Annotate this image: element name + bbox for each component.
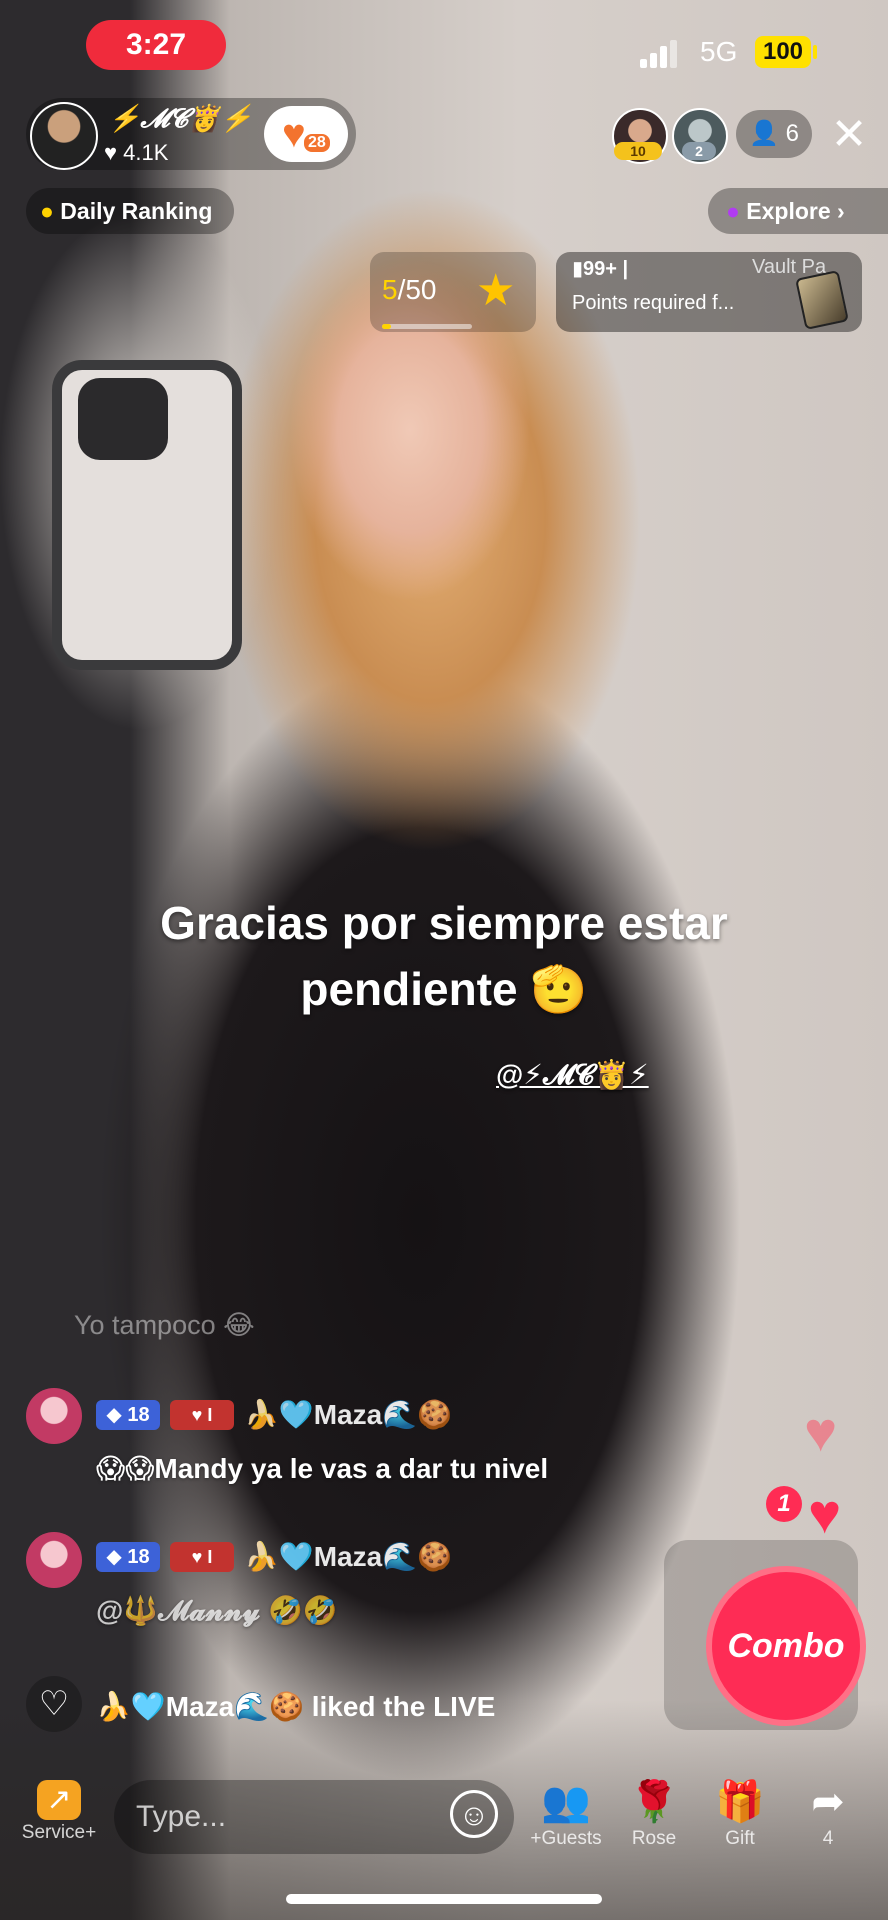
chat-message-text: @🔱𝓜𝓪𝓷𝓷𝔂 🤣🤣 xyxy=(96,1595,338,1626)
daily-ranking-label: Daily Ranking xyxy=(60,198,213,224)
host-likes: ♥ 4.1K xyxy=(104,140,169,165)
guests-button[interactable]: 👥 +Guests xyxy=(526,1778,606,1850)
liked-live-event: 🍌🩵Maza🌊🍪 liked the LIVE xyxy=(96,1691,496,1722)
gift-button[interactable]: 🎁 Gift xyxy=(700,1778,780,1850)
floating-heart-icon: ♥ xyxy=(804,1400,838,1463)
service-label: Service+ xyxy=(21,1822,97,1843)
home-indicator[interactable] xyxy=(286,1894,602,1904)
level-badge: ◆ 18 xyxy=(96,1400,160,1430)
stream-caption: Gracias por siempre estar pendiente 🫡 xyxy=(80,890,808,1022)
emoji-icon[interactable]: ☺ xyxy=(450,1790,498,1838)
caption-line: pendiente 🫡 xyxy=(300,963,588,1015)
bar-chart-icon: ▮ xyxy=(572,258,584,280)
share-count: 4 xyxy=(822,1828,834,1849)
fan-badge: ♥ I xyxy=(170,1542,234,1572)
guests-icon: 👥 xyxy=(541,1780,591,1824)
viewer-count: 6 xyxy=(785,120,799,147)
floating-heart-icon: ♥ xyxy=(808,1482,842,1545)
vault-rank: ▮99+ | xyxy=(572,258,629,280)
explore-label: Explore › xyxy=(746,198,845,224)
background-phone-camera xyxy=(78,378,168,460)
live-stream-screen: 3:27 5G 100 ⚡𝓜𝓒👸⚡ ♥ 4.1K ♥ 28 10 2 👤 6 ✕… xyxy=(0,0,888,1920)
faded-chat-message: Yo tampoco 😂 xyxy=(74,1310,255,1340)
chat-avatar[interactable] xyxy=(26,1532,82,1588)
flame-icon: ● xyxy=(40,198,54,224)
caption-mention[interactable]: @⚡𝓜𝓒👸⚡ xyxy=(496,1058,649,1092)
goal-progress-fill xyxy=(382,324,391,329)
goal-progress-text: 5/50 xyxy=(382,274,437,306)
fan-badge: ♥ I xyxy=(170,1400,234,1430)
vault-description: Points required f... xyxy=(572,292,735,314)
battery-level: 100 xyxy=(755,36,811,68)
combo-button[interactable]: Combo xyxy=(706,1566,866,1726)
caption-line: Gracias por siempre estar xyxy=(160,897,728,949)
person-icon: 👤 xyxy=(749,120,779,147)
host-avatar[interactable] xyxy=(30,102,98,170)
close-button[interactable]: ✕ xyxy=(826,112,872,158)
share-icon: ➦ xyxy=(811,1780,845,1824)
heart-tap-count: 1 xyxy=(766,1486,802,1522)
chat-message-text: 😱😱Mandy ya le vas a dar tu nivel xyxy=(96,1453,549,1484)
viewer-rank-badge: 2 xyxy=(682,142,716,160)
daily-ranking-button[interactable]: ● Daily Ranking xyxy=(26,188,234,234)
rose-label: Rose xyxy=(631,1828,677,1849)
viewer-count-button[interactable]: 👤 6 xyxy=(736,110,812,158)
gift-icon: 🎁 xyxy=(715,1780,765,1824)
explore-button[interactable]: ● Explore › xyxy=(708,188,888,234)
arrow-up-right-icon: ↗ xyxy=(37,1780,81,1820)
guests-label: +Guests xyxy=(530,1828,602,1849)
goal-current: 5 xyxy=(382,274,398,305)
goal-total: /50 xyxy=(397,274,437,305)
follow-count: 28 xyxy=(304,134,330,152)
heart-icon: ♥ xyxy=(282,112,306,156)
share-button[interactable]: ➦ 4 xyxy=(788,1778,868,1850)
status-time: 3:27 xyxy=(86,20,226,70)
rose-gift-button[interactable]: 🌹 Rose xyxy=(614,1778,694,1850)
network-type: 5G xyxy=(700,36,738,67)
rose-icon: 🌹 xyxy=(629,1780,679,1824)
follow-button[interactable] xyxy=(264,106,348,162)
gift-label: Gift xyxy=(725,1828,755,1849)
goal-progress-bar xyxy=(382,324,472,329)
host-name: ⚡𝓜𝓒👸⚡ xyxy=(108,104,253,134)
chat-avatar[interactable] xyxy=(26,1388,82,1444)
star-icon: ★ xyxy=(476,266,516,315)
battery-icon xyxy=(813,45,817,59)
planet-icon: ● xyxy=(726,198,740,224)
signal-icon xyxy=(640,38,677,68)
heart-outline-icon: ♡ xyxy=(26,1676,82,1732)
comment-placeholder: Type... xyxy=(136,1800,227,1833)
chat-username[interactable]: 🍌🩵Maza🌊🍪 xyxy=(244,1398,452,1431)
service-button[interactable]: ↗ Service+ xyxy=(16,1780,102,1844)
level-badge: ◆ 18 xyxy=(96,1542,160,1572)
chat-username[interactable]: 🍌🩵Maza🌊🍪 xyxy=(244,1540,452,1573)
viewer-rank-badge: 10 xyxy=(614,142,662,160)
